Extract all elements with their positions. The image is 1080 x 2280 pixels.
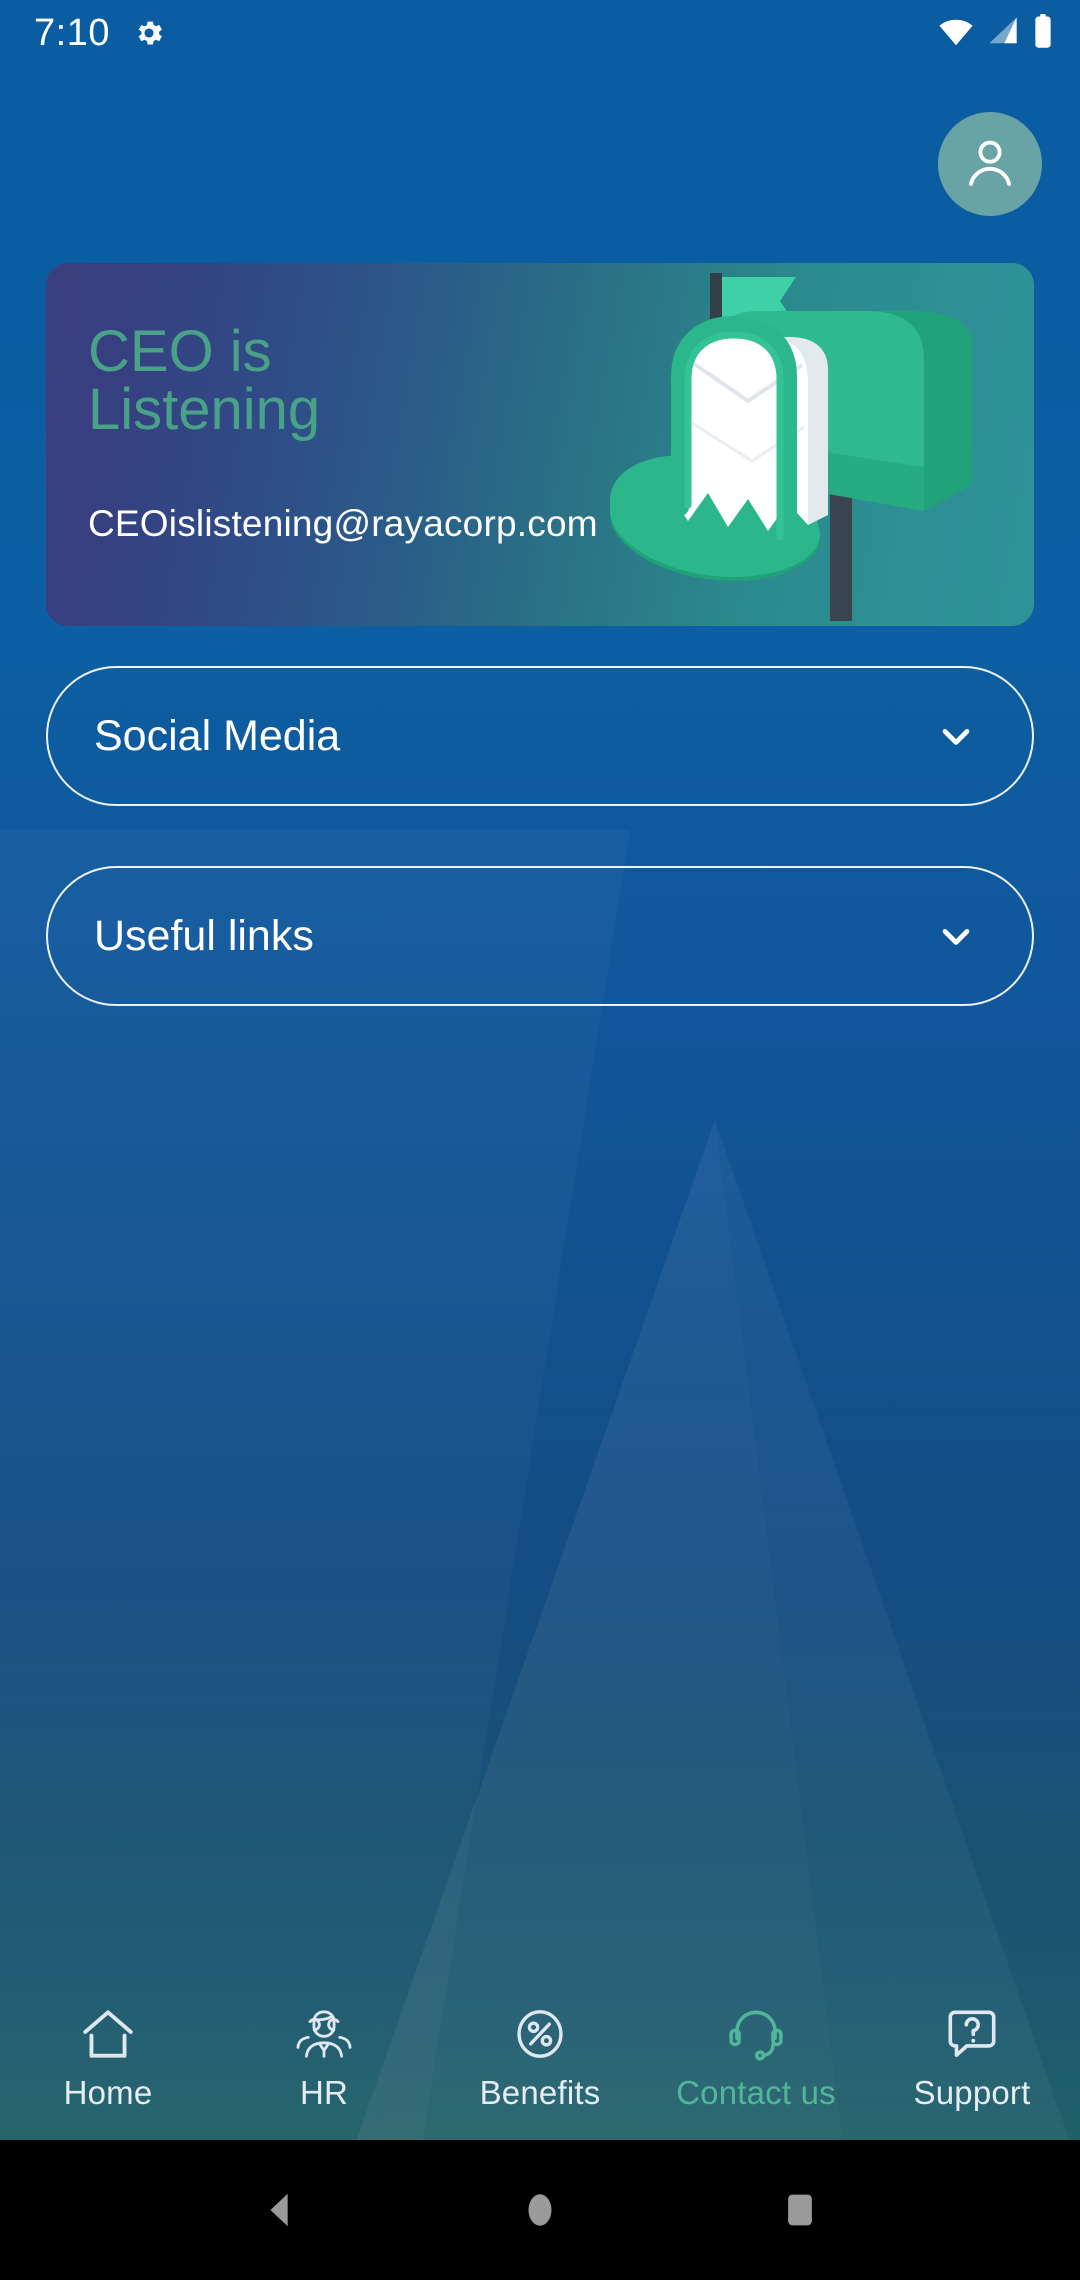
ceo-card-title: CEO is Listening [88, 319, 321, 442]
nav-item-contact-us-label: Contact us [676, 2074, 836, 2111]
ceo-is-listening-card[interactable]: CEO is Listening CEOislistening@rayacorp… [46, 263, 1034, 626]
accordion-social-media-label: Social Media [94, 711, 341, 760]
android-system-navigation [0, 2140, 1080, 2280]
percent-circle-icon [509, 1998, 571, 2070]
back-triangle-icon[interactable] [257, 2187, 303, 2233]
gear-icon [132, 16, 166, 50]
status-bar-indicators [938, 13, 1054, 53]
accordion-useful-links-label: Useful links [94, 911, 314, 960]
nav-item-benefits-label: Benefits [479, 2074, 601, 2111]
chevron-down-icon[interactable] [934, 914, 978, 958]
cellular-signal-icon [986, 16, 1020, 51]
battery-icon [1032, 13, 1054, 53]
question-bubble-icon [941, 1998, 1003, 2070]
chevron-down-icon[interactable] [934, 714, 978, 758]
ceo-card-email[interactable]: CEOislistening@rayacorp.com [88, 503, 598, 545]
home-icon [77, 1998, 139, 2070]
accordion-social-media[interactable]: Social Media [46, 666, 1034, 806]
nav-item-benefits[interactable]: Benefits [432, 1998, 648, 2112]
avatar[interactable] [938, 112, 1042, 216]
phone-screen: 7:10 CEO is Listening CEOislistening@ray… [0, 0, 1080, 2140]
nav-item-hr-label: HR [299, 2074, 349, 2111]
user-avatar-icon [959, 131, 1021, 198]
wifi-icon [938, 16, 974, 51]
status-bar-clock: 7:10 [34, 11, 110, 54]
status-bar: 7:10 [0, 0, 1080, 66]
nav-item-hr[interactable]: HR [216, 1998, 432, 2112]
nav-item-home-label: Home [63, 2074, 153, 2111]
mailbox-illustration [572, 263, 1034, 626]
recents-square-icon[interactable] [777, 2187, 823, 2233]
nav-item-support-label: Support [913, 2074, 1031, 2111]
people-icon [293, 1998, 355, 2070]
nav-item-contact-us[interactable]: Contact us [648, 1998, 864, 2112]
nav-item-home[interactable]: Home [0, 1998, 216, 2112]
bottom-navigation-bar: Home HR Benefits Contact us Support [0, 1990, 1080, 2140]
headset-icon [725, 1998, 787, 2070]
home-circle-icon[interactable] [517, 2187, 563, 2233]
accordion-useful-links[interactable]: Useful links [46, 866, 1034, 1006]
nav-item-support[interactable]: Support [864, 1998, 1080, 2112]
